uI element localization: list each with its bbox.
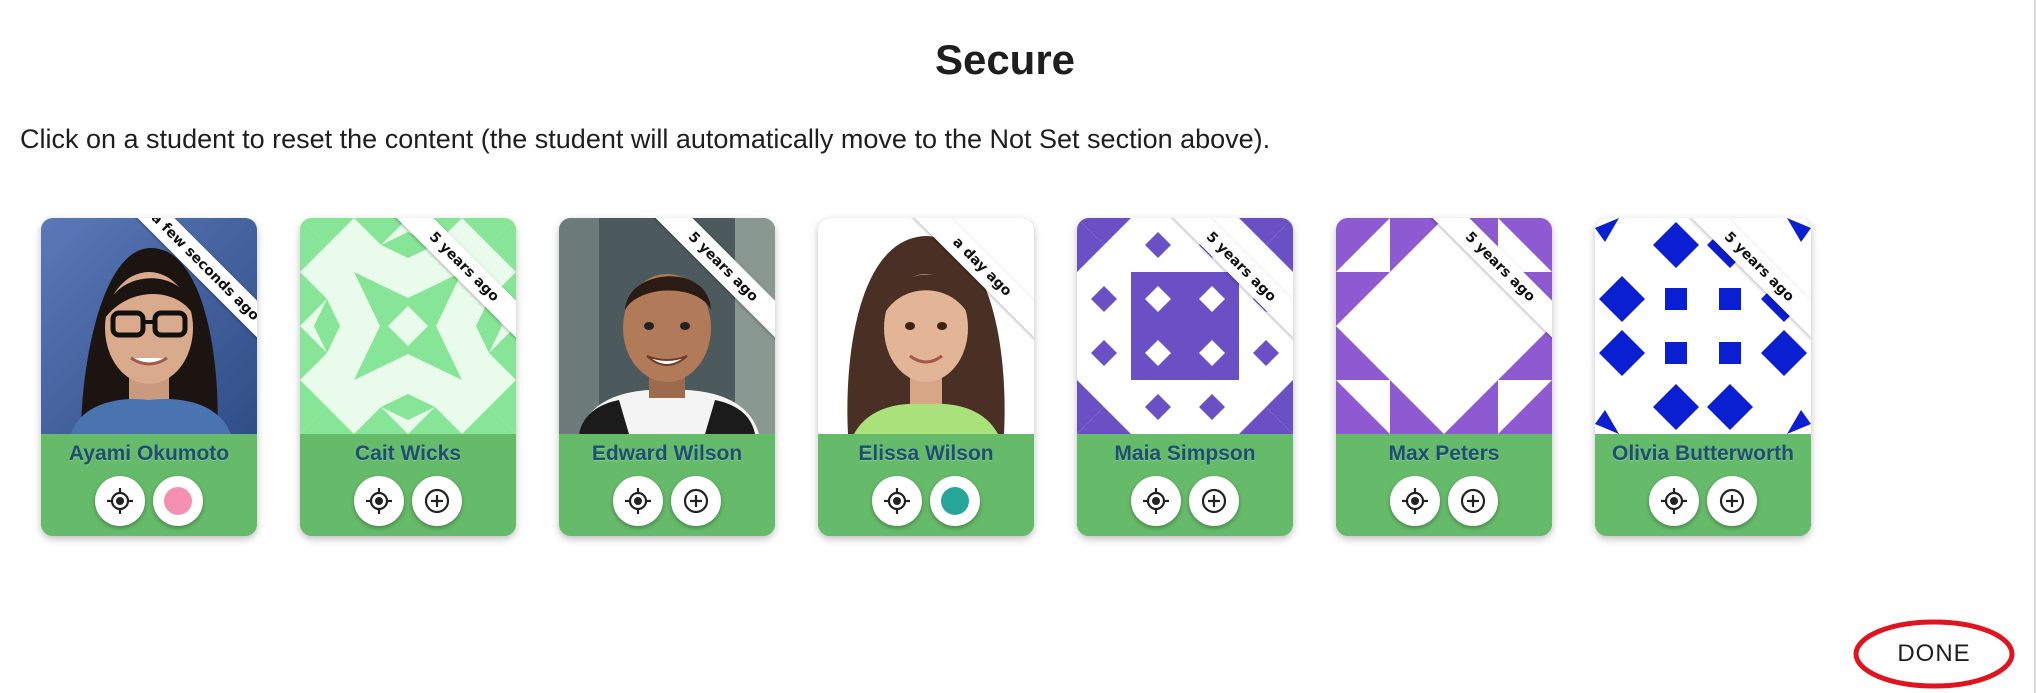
plus-circle-icon	[683, 488, 709, 514]
student-name: Edward Wilson	[591, 442, 743, 465]
last-active-ribbon: 5 years ago	[645, 218, 775, 347]
card-actions	[1336, 476, 1552, 526]
card-footer: Ayami Okumoto	[41, 434, 257, 536]
locate-button[interactable]	[354, 476, 404, 526]
status-dot-teal	[941, 487, 969, 515]
card-footer: Olivia Butterworth	[1595, 434, 1811, 536]
student-name: Elissa Wilson	[858, 442, 994, 465]
last-active-ribbon: a few seconds ago	[127, 218, 257, 347]
add-button[interactable]	[671, 476, 721, 526]
card-actions	[41, 476, 257, 526]
crosshair-icon	[1143, 488, 1169, 514]
add-button[interactable]	[1448, 476, 1498, 526]
card-actions	[559, 476, 775, 526]
student-name: Ayami Okumoto	[68, 442, 230, 465]
card-footer: Elissa Wilson	[818, 434, 1034, 536]
student-card-list: a few seconds ago Ayami Okumoto 5 years …	[41, 218, 1811, 536]
locate-button[interactable]	[613, 476, 663, 526]
locate-button[interactable]	[1649, 476, 1699, 526]
student-name: Cait Wicks	[354, 442, 461, 465]
student-card[interactable]: 5 years ago Cait Wicks	[300, 218, 516, 536]
student-card[interactable]: a few seconds ago Ayami Okumoto	[41, 218, 257, 536]
last-active-ribbon: 5 years ago	[1681, 218, 1811, 347]
crosshair-icon	[1402, 488, 1428, 514]
crosshair-icon	[1661, 488, 1687, 514]
card-actions	[1077, 476, 1293, 526]
locate-button[interactable]	[872, 476, 922, 526]
crosshair-icon	[625, 488, 651, 514]
locate-button[interactable]	[95, 476, 145, 526]
plus-circle-icon	[1201, 488, 1227, 514]
done-button[interactable]: DONE	[1852, 618, 2016, 690]
last-active-ribbon: 5 years ago	[1422, 218, 1552, 347]
student-name: Olivia Butterworth	[1611, 442, 1795, 465]
add-button[interactable]	[412, 476, 462, 526]
last-active-ribbon: 5 years ago	[386, 218, 516, 347]
student-card[interactable]: a day ago Elissa Wilson	[818, 218, 1034, 536]
card-footer: Max Peters	[1336, 434, 1552, 536]
last-active-ribbon: 5 years ago	[1163, 218, 1293, 347]
student-card[interactable]: 5 years ago Maia Simpson	[1077, 218, 1293, 536]
status-dot-pink	[164, 487, 192, 515]
plus-circle-icon	[424, 488, 450, 514]
status-button[interactable]	[930, 476, 980, 526]
add-button[interactable]	[1189, 476, 1239, 526]
card-actions	[300, 476, 516, 526]
student-card[interactable]: 5 years ago Olivia Butterworth	[1595, 218, 1811, 536]
student-card[interactable]: 5 years ago Max Peters	[1336, 218, 1552, 536]
student-card[interactable]: 5 years ago Edward Wilson	[559, 218, 775, 536]
card-footer: Cait Wicks	[300, 434, 516, 536]
status-button[interactable]	[153, 476, 203, 526]
add-button[interactable]	[1707, 476, 1757, 526]
student-name: Maia Simpson	[1114, 442, 1256, 465]
crosshair-icon	[884, 488, 910, 514]
plus-circle-icon	[1460, 488, 1486, 514]
last-active-ribbon: a day ago	[904, 218, 1034, 347]
card-footer: Edward Wilson	[559, 434, 775, 536]
locate-button[interactable]	[1131, 476, 1181, 526]
section-title: Secure	[934, 36, 1076, 83]
crosshair-icon	[107, 488, 133, 514]
card-actions	[1595, 476, 1811, 526]
secure-page: Secure Click on a student to reset the c…	[0, 0, 2036, 693]
done-area: DONE	[1852, 618, 2016, 690]
crosshair-icon	[366, 488, 392, 514]
card-actions	[818, 476, 1034, 526]
instructions-text: Click on a student to reset the content …	[20, 124, 1271, 154]
locate-button[interactable]	[1390, 476, 1440, 526]
card-footer: Maia Simpson	[1077, 434, 1293, 536]
plus-circle-icon	[1719, 488, 1745, 514]
student-name: Max Peters	[1388, 442, 1500, 465]
